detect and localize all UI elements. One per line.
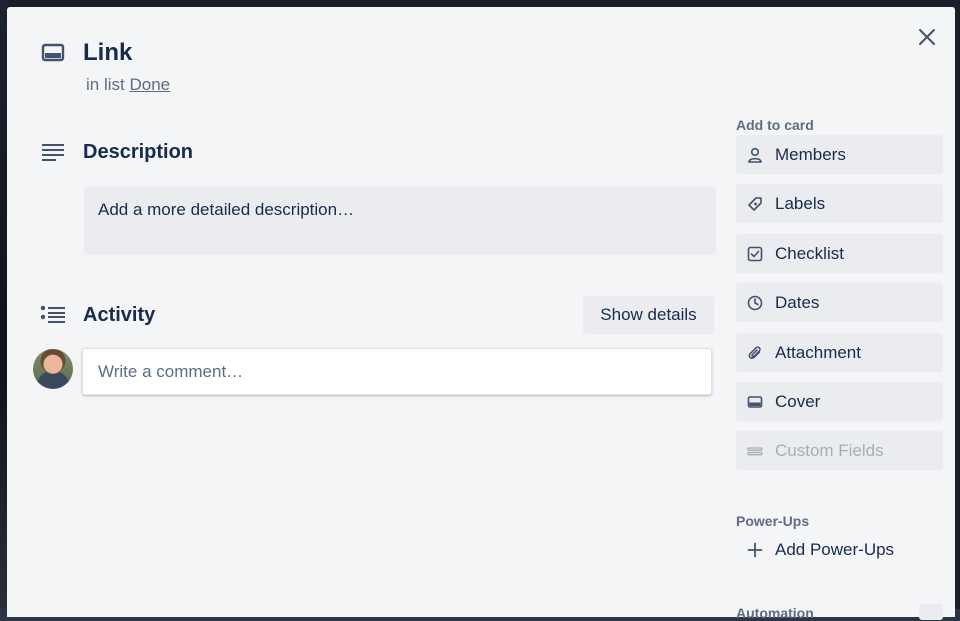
card-detail-modal: Link in list Done Description Add a more… (7, 7, 955, 621)
custom-fields-button: Custom Fields (736, 431, 943, 470)
person-icon (746, 146, 764, 164)
members-label: Members (775, 144, 846, 164)
automation-heading: Automation (736, 605, 814, 621)
plus-icon (746, 541, 764, 559)
in-list-prefix: in list (86, 75, 125, 94)
avatar[interactable] (33, 349, 73, 389)
activity-title: Activity (83, 304, 156, 326)
info-icon[interactable] (919, 604, 943, 620)
add-powerups-label: Add Power-Ups (775, 539, 895, 559)
labels-button[interactable]: Labels (736, 184, 943, 223)
board-backdrop-top (0, 0, 960, 7)
attachment-button[interactable]: Attachment (736, 333, 943, 372)
show-details-button[interactable]: Show details (583, 296, 714, 334)
attachment-label: Attachment (775, 342, 861, 362)
card-cover-icon (746, 393, 764, 411)
in-list-caption: in list Done (86, 75, 170, 95)
clock-icon (746, 294, 764, 312)
checkbox-icon (746, 245, 764, 263)
custom-field-icon (746, 442, 764, 460)
powerups-heading: Power-Ups (736, 513, 810, 529)
dates-label: Dates (775, 292, 820, 312)
list-name-link[interactable]: Done (129, 75, 170, 94)
cover-button[interactable]: Cover (736, 382, 943, 421)
board-backdrop-right (955, 0, 960, 609)
add-to-card-heading: Add to card (736, 117, 814, 133)
activity-icon (40, 305, 66, 325)
custom-fields-label: Custom Fields (775, 440, 884, 460)
cover-label: Cover (775, 391, 821, 411)
checklist-label: Checklist (775, 243, 844, 263)
members-button[interactable]: Members (736, 135, 943, 174)
comment-input[interactable] (82, 348, 712, 395)
card-icon (41, 43, 65, 63)
card-title[interactable]: Link (83, 38, 132, 68)
labels-label: Labels (775, 193, 826, 213)
paperclip-icon (746, 344, 764, 362)
description-editor[interactable]: Add a more detailed description… (84, 187, 716, 255)
dates-button[interactable]: Dates (736, 283, 943, 322)
add-powerups-button[interactable]: Add Power-Ups (736, 530, 943, 569)
tag-icon (746, 195, 764, 213)
checklist-button[interactable]: Checklist (736, 234, 943, 273)
description-icon (41, 142, 65, 162)
description-title: Description (83, 141, 194, 163)
close-icon (919, 29, 935, 45)
close-button[interactable] (913, 23, 941, 51)
